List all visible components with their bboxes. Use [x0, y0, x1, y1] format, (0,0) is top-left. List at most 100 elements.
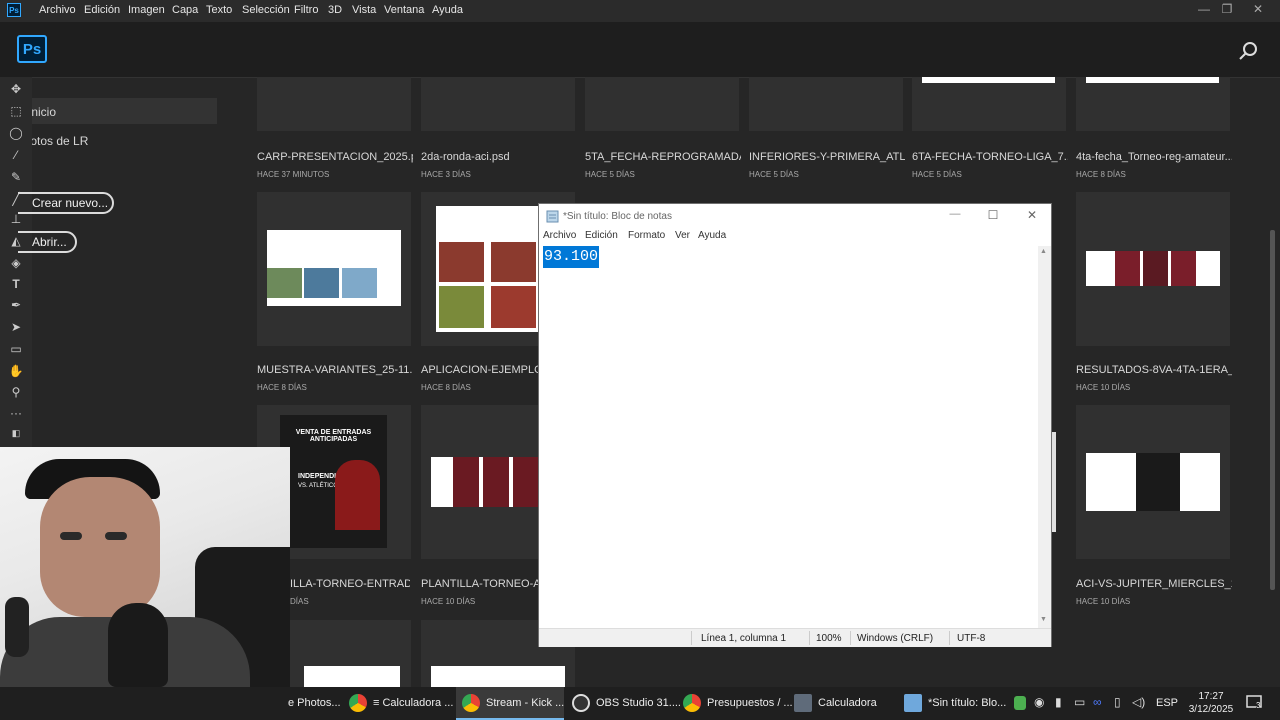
tray-battery-icon[interactable]: ▯: [1114, 695, 1121, 709]
chrome-icon: [349, 694, 367, 713]
scroll-down-icon[interactable]: ▼: [1040, 616, 1047, 623]
chrome-icon: [683, 694, 701, 713]
marquee-tool-icon[interactable]: ⬚: [6, 103, 26, 119]
notepad-menu-ayuda[interactable]: Ayuda: [698, 230, 726, 241]
notification-button[interactable]: 3: [1246, 695, 1264, 711]
notepad-window[interactable]: *Sin título: Bloc de notas — ☐ ✕ Archivo…: [538, 203, 1052, 647]
file-name: MUESTRA-VARIANTES_25-11.psd: [257, 364, 413, 376]
notepad-text-area[interactable]: [543, 246, 1038, 628]
taskbar-item-calculadora-chrome[interactable]: ≡ Calculadora ...: [349, 687, 454, 720]
pen-tool-icon[interactable]: ✒: [6, 297, 26, 313]
notepad-menu-ver[interactable]: Ver: [675, 230, 690, 241]
tray-app-icon[interactable]: [1014, 696, 1026, 710]
notepad-titlebar[interactable]: *Sin título: Bloc de notas — ☐ ✕: [539, 204, 1051, 230]
close-icon[interactable]: ✕: [1024, 208, 1040, 224]
magic-wand-icon[interactable]: ⁄: [6, 147, 26, 163]
clock-date: 3/12/2025: [1188, 704, 1234, 715]
file-card[interactable]: [1076, 192, 1230, 346]
file-time: HACE 3 DÍAS: [421, 170, 471, 179]
thumbnail-image: [436, 206, 540, 332]
taskbar-item-label: ≡ Calculadora ...: [373, 697, 454, 709]
notepad-menu-edicion[interactable]: Edición: [585, 230, 618, 241]
photoshop-logo[interactable]: Ps: [17, 35, 47, 63]
taskbar-item-presupuestos[interactable]: Presupuestos / ...: [683, 687, 793, 720]
selected-text[interactable]: 93.100: [543, 246, 600, 268]
file-time: HACE 5 DÍAS: [912, 170, 962, 179]
taskbar-item-calculadora[interactable]: Calculadora: [794, 687, 894, 720]
crear-nuevo-button[interactable]: Crear nuevo...: [18, 191, 115, 217]
tray-shield-icon[interactable]: ◉: [1034, 695, 1044, 709]
minimize-icon[interactable]: —: [947, 208, 963, 224]
menu-texto[interactable]: Texto: [206, 4, 232, 16]
selection-arrow-icon[interactable]: ➤: [6, 319, 26, 335]
menu-ayuda[interactable]: Ayuda: [432, 4, 463, 16]
file-card[interactable]: [1076, 77, 1230, 131]
menu-capa[interactable]: Capa: [172, 4, 198, 16]
taskbar-item-label: *Sin título: Blo...: [928, 697, 1007, 709]
file-card[interactable]: [290, 620, 411, 687]
color-swatch-icon[interactable]: ◧: [6, 425, 26, 441]
file-card[interactable]: [749, 77, 903, 131]
menu-vista[interactable]: Vista: [352, 4, 376, 16]
taskbar-item-label: Presupuestos / ...: [707, 697, 793, 709]
menu-edicion[interactable]: Edición: [84, 4, 120, 16]
more-tools-icon[interactable]: ···: [6, 405, 26, 421]
file-time: HACE 10 DÍAS: [1076, 597, 1131, 606]
lasso-tool-icon[interactable]: ◯: [6, 125, 26, 141]
notepad-icon: [904, 694, 922, 713]
file-name: RESULTADOS-8VA-4TA-1ERA_T...: [1076, 364, 1232, 376]
notepad-menu-formato[interactable]: Formato: [628, 230, 665, 241]
photoshop-small-icon: Ps: [7, 3, 21, 17]
abrir-label: Abrir...: [18, 231, 77, 253]
taskbar-item-label: Stream - Kick ...: [486, 697, 565, 709]
menu-ventana[interactable]: Ventana: [384, 4, 424, 16]
file-card[interactable]: [257, 192, 411, 346]
file-card[interactable]: [912, 77, 1066, 131]
eyedropper-icon[interactable]: ✎: [6, 169, 26, 185]
tray-meta-icon[interactable]: ∞: [1093, 695, 1102, 709]
maximize-icon[interactable]: ☐: [985, 208, 1001, 224]
tray-clock[interactable]: 17:27 3/12/2025: [1182, 690, 1240, 716]
restore-icon[interactable]: ❐: [1217, 2, 1237, 18]
file-card[interactable]: [1076, 405, 1230, 559]
tray-language[interactable]: ESP: [1156, 697, 1178, 709]
abrir-button[interactable]: Abrir...: [18, 230, 78, 256]
scroll-up-icon[interactable]: ▲: [1040, 248, 1047, 255]
menu-archivo[interactable]: Archivo: [39, 4, 76, 16]
nav-inicio-label: Inicio: [32, 105, 57, 119]
file-name: ILLA-TORNEO-ENTRAD...: [290, 578, 410, 590]
grid-scrollbar[interactable]: [1270, 230, 1275, 590]
tray-volume-icon[interactable]: ◁): [1132, 695, 1145, 709]
menu-imagen[interactable]: Imagen: [128, 4, 165, 16]
rectangle-tool-icon[interactable]: ▭: [6, 341, 26, 357]
notepad-menubar: Archivo Edición Formato Ver Ayuda: [539, 230, 1051, 246]
file-time: HACE 5 DÍAS: [585, 170, 635, 179]
zoom-tool-icon[interactable]: ⚲: [6, 384, 26, 400]
file-card[interactable]: [257, 77, 411, 131]
close-icon[interactable]: ✕: [1248, 2, 1268, 18]
minimize-icon[interactable]: —: [1194, 2, 1214, 18]
menu-filtro[interactable]: Filtro: [294, 4, 318, 16]
thumbnail-image: [431, 666, 565, 687]
menu-seleccion[interactable]: Selección: [242, 4, 290, 16]
notepad-menu-archivo[interactable]: Archivo: [543, 230, 576, 241]
menu-3d[interactable]: 3D: [328, 4, 342, 16]
type-tool-icon[interactable]: T: [6, 276, 26, 292]
tray-microphone-icon[interactable]: ▮: [1055, 695, 1062, 709]
hand-tool-icon[interactable]: ✋: [6, 363, 26, 379]
notification-count: 3: [1256, 701, 1261, 710]
search-icon[interactable]: [1238, 40, 1260, 62]
paint-bucket-icon[interactable]: ◈: [6, 255, 26, 271]
encoding: UTF-8: [957, 633, 986, 644]
file-time: HACE 10 DÍAS: [421, 597, 476, 606]
taskbar-item-obs[interactable]: OBS Studio 31....: [572, 687, 681, 720]
taskbar-item-photos[interactable]: e Photos...: [288, 687, 343, 720]
file-card[interactable]: [421, 77, 575, 131]
nav-fotos-lr[interactable]: Fotos de LR: [32, 134, 92, 150]
taskbar-item-notepad[interactable]: *Sin título: Blo...: [904, 687, 1009, 720]
move-tool-icon[interactable]: ✥: [6, 81, 26, 97]
file-card[interactable]: [585, 77, 739, 131]
taskbar-item-stream-kick[interactable]: Stream - Kick ...: [456, 687, 564, 720]
tray-network-icon[interactable]: ▭: [1074, 695, 1085, 709]
notepad-scrollbar[interactable]: ▲ ▼: [1038, 246, 1051, 628]
